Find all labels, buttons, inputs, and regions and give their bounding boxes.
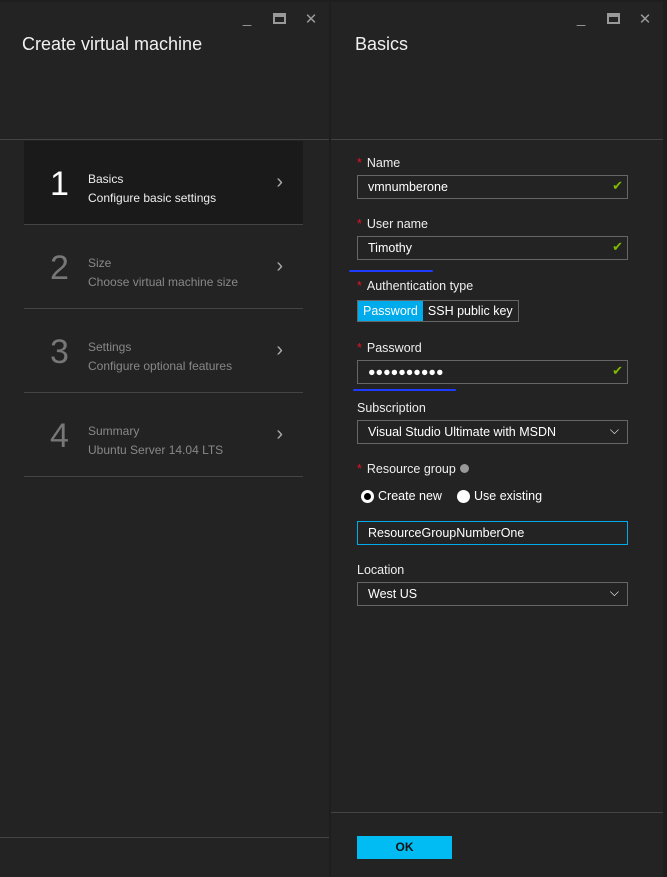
step-subtitle: Ubuntu Server 14.04 LTS	[88, 443, 224, 457]
minimize-icon[interactable]: _	[239, 10, 255, 28]
password-input[interactable]: ●●●●●●●●●● ✔	[357, 360, 628, 384]
resource-group-label: * Resource group	[357, 462, 469, 476]
username-label: * User name	[357, 217, 429, 231]
auth-type-toggle: Password SSH public key	[357, 300, 519, 322]
chevron-down-icon: ⌵	[609, 423, 619, 437]
step-number: 4	[50, 417, 69, 455]
minimize-icon[interactable]: _	[573, 10, 589, 28]
chevron-right-icon: ›	[276, 339, 283, 361]
step-size[interactable]: 2 Size Choose virtual machine size ›	[24, 225, 303, 309]
basics-blade: _ ✕ Basics * Name vmnumberone ✔ * User name …	[331, 2, 663, 877]
step-number: 1	[50, 165, 69, 203]
blade-title: Create virtual machine	[22, 34, 203, 54]
location-label: Location	[357, 563, 405, 577]
blade-title: Basics	[355, 34, 409, 54]
step-title: Summary	[88, 424, 140, 438]
check-icon: ✔	[612, 178, 623, 193]
chevron-right-icon: ›	[276, 255, 283, 277]
subscription-label: Subscription	[357, 401, 426, 415]
info-icon[interactable]	[459, 464, 469, 473]
create-new-radio[interactable]: Create new	[361, 489, 442, 503]
chevron-down-icon: ⌵	[609, 585, 619, 599]
subscription-select[interactable]: Visual Studio Ultimate with MSDN ⌵	[357, 420, 628, 444]
annotation-underline	[353, 389, 456, 391]
step-title: Basics	[88, 172, 124, 186]
auth-type-label: * Authentication type	[357, 279, 474, 293]
create-vm-blade: _ ✕ Create virtual machine 1 Basics Configu…	[0, 2, 329, 877]
maximize-icon[interactable]	[271, 10, 287, 28]
name-input[interactable]: vmnumberone ✔	[357, 175, 628, 199]
step-subtitle: Choose virtual machine size	[88, 275, 239, 289]
maximize-icon[interactable]	[605, 10, 621, 28]
step-subtitle: Configure basic settings	[88, 191, 217, 205]
auth-password-option[interactable]: Password	[358, 301, 423, 321]
location-select[interactable]: West US ⌵	[357, 582, 628, 606]
close-icon[interactable]: ✕	[303, 10, 319, 28]
step-number: 3	[50, 333, 69, 371]
auth-ssh-option[interactable]: SSH public key	[423, 301, 518, 321]
check-icon: ✔	[612, 239, 623, 254]
step-number: 2	[50, 249, 69, 287]
check-icon: ✔	[612, 363, 623, 378]
password-label: * Password	[357, 341, 422, 355]
ok-button[interactable]: OK	[357, 836, 452, 859]
chevron-right-icon: ›	[276, 171, 283, 193]
use-existing-radio[interactable]: Use existing	[457, 489, 542, 503]
name-label: * Name	[357, 156, 401, 170]
step-title: Settings	[88, 340, 132, 354]
step-title: Size	[88, 256, 112, 270]
step-settings[interactable]: 3 Settings Configure optional features ›	[24, 309, 303, 393]
step-subtitle: Configure optional features	[88, 359, 233, 373]
step-summary[interactable]: 4 Summary Ubuntu Server 14.04 LTS ›	[24, 393, 303, 477]
close-icon[interactable]: ✕	[637, 10, 653, 28]
step-basics[interactable]: 1 Basics Configure basic settings ›	[24, 141, 303, 225]
chevron-right-icon: ›	[276, 423, 283, 445]
username-input[interactable]: Timothy ✔	[357, 236, 628, 260]
resource-group-input[interactable]: ResourceGroupNumberOne	[357, 521, 628, 545]
annotation-underline	[349, 270, 433, 272]
